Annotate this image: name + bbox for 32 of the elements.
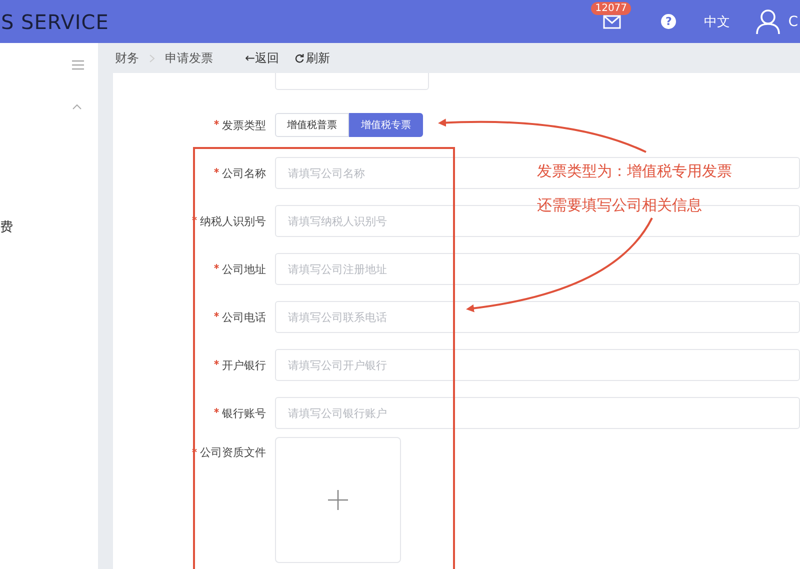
chevron-up-icon[interactable] <box>72 104 82 110</box>
help-button[interactable]: ? <box>661 14 676 29</box>
field-label: 公司资质文件 <box>200 445 266 460</box>
radio-button[interactable]: 增值税专票 <box>349 113 423 137</box>
field-label: 纳税人识别号 <box>200 214 266 228</box>
refresh-icon <box>295 54 304 62</box>
input-field[interactable]: 请填写公司注册地址 <box>275 253 800 285</box>
field-label: 发票类型 <box>222 118 266 132</box>
breadcrumb-item[interactable]: 财务 <box>115 50 139 66</box>
field-label: 公司电话 <box>222 310 266 324</box>
input-field[interactable]: 请填写公司开户银行 <box>275 349 800 381</box>
notification-badge: 12077 <box>591 2 632 14</box>
field-label: 银行账号 <box>222 406 266 420</box>
user-name[interactable]: C <box>788 14 798 30</box>
input-field[interactable]: 请填写公司银行账户 <box>275 397 800 429</box>
input-field[interactable]: 请填写公司联系电话 <box>275 301 800 333</box>
user-icon[interactable] <box>756 8 780 34</box>
logo-text: S SERVICE <box>1 10 109 34</box>
language-link[interactable]: 中文 <box>704 12 730 30</box>
breadcrumb-item[interactable]: 申请发票 <box>165 50 213 66</box>
field-label: 公司名称 <box>222 166 266 180</box>
plus-icon <box>328 490 348 510</box>
back-link[interactable]: ←返回 <box>245 50 280 66</box>
mail-icon[interactable] <box>603 14 622 28</box>
sidebar-item[interactable]: 费 <box>0 218 13 236</box>
separator-icon <box>149 54 155 62</box>
field-label: 开户银行 <box>222 358 266 372</box>
menu-icon[interactable] <box>72 60 84 70</box>
radio-button[interactable]: 增值税普票 <box>275 113 349 137</box>
annotation-text: 发票类型为：增值税专用发票 <box>537 161 732 182</box>
field-label: 公司地址 <box>222 262 266 276</box>
refresh-link[interactable]: 刷新 <box>295 50 330 66</box>
